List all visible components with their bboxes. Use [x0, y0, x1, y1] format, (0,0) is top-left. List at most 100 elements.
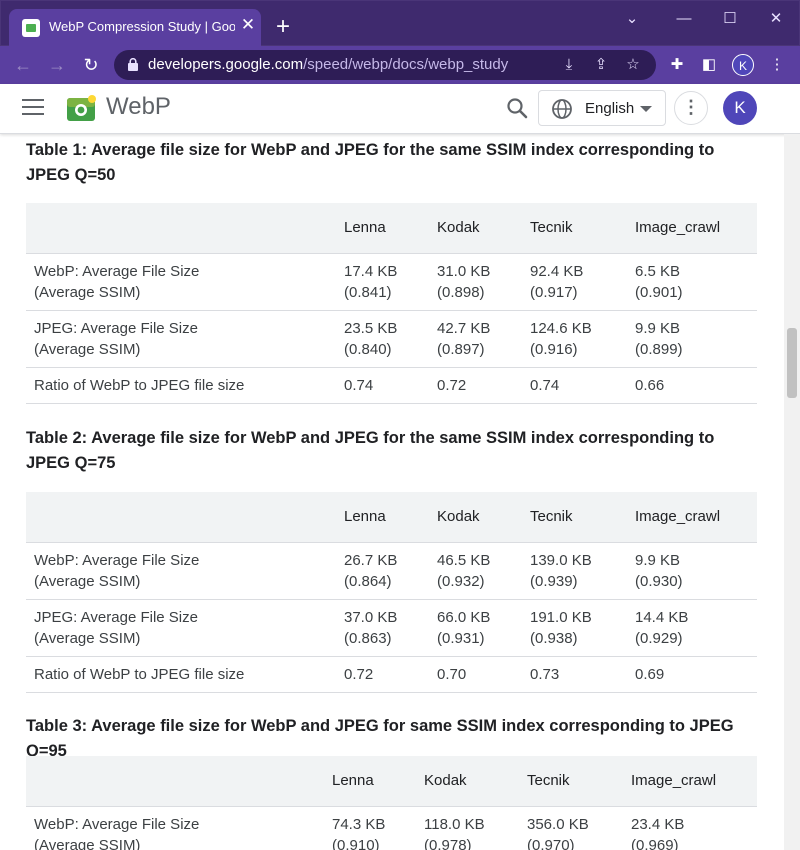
table-header-cell: Image_crawl [627, 492, 757, 542]
tab-close-icon[interactable]: ✕ [237, 14, 259, 36]
globe-icon [552, 99, 572, 119]
table-cell: 37.0 KB (0.863) [336, 598, 429, 656]
table-row: Ratio of WebP to JPEG file size 0.74 0.7… [26, 366, 757, 404]
table-cell: 0.72 [429, 366, 522, 404]
table-cell: 31.0 KB (0.898) [429, 252, 522, 310]
browser-menu-icon[interactable]: ⋮ [766, 54, 788, 76]
maximize-button[interactable]: ☐ [707, 7, 753, 31]
table-cell: 9.9 KB (0.899) [627, 309, 757, 367]
lock-icon[interactable] [128, 58, 138, 71]
table-cell: 139.0 KB (0.939) [522, 541, 627, 599]
table-header-cell: Image_crawl [627, 203, 757, 253]
table-cell: 66.0 KB (0.931) [429, 598, 522, 656]
table-header-cell: Kodak [429, 492, 522, 542]
page-scrollbar[interactable] [784, 134, 800, 850]
language-label: English [585, 100, 635, 117]
new-tab-button[interactable]: + [269, 13, 297, 41]
table-cell: 92.4 KB (0.917) [522, 252, 627, 310]
table-cell: 356.0 KB (0.970) [519, 805, 623, 850]
table-cell: 0.70 [429, 655, 522, 693]
table-cell: 74.3 KB (0.910) [324, 805, 416, 850]
table-row: WebP: Average File Size (Average SSIM) 74… [26, 805, 757, 850]
table-header-cell: Kodak [429, 203, 522, 253]
table-header-cell: Tecnik [519, 756, 623, 806]
dropdown-caret-icon [640, 106, 652, 112]
table-row: WebP: Average File Size (Average SSIM) 17… [26, 252, 757, 310]
share-icon[interactable]: ⇪ [590, 55, 612, 75]
table-header-cell: Lenna [336, 203, 429, 253]
table-cell: 9.9 KB (0.930) [627, 541, 757, 599]
table-cell: 0.74 [336, 366, 429, 404]
row-label: WebP: Average File Size (Average SSIM) [26, 805, 324, 850]
tab-title: WebP Compression Study | Goo [49, 19, 235, 34]
row-label: Ratio of WebP to JPEG file size [26, 366, 336, 404]
more-options-button[interactable]: ⋮ [674, 91, 708, 125]
table-row: JPEG: Average File Size (Average SSIM) 23… [26, 309, 757, 367]
url-path: /speed/webp/docs/webp_study [303, 56, 509, 73]
browser-profile-avatar[interactable]: K [732, 54, 754, 76]
table-cell: 23.4 KB (0.969) [623, 805, 757, 850]
webp-favicon-icon [22, 19, 40, 37]
back-arrow-icon[interactable]: ← [10, 52, 36, 78]
table-1-title: Table 1: Average file size for WebP and … [26, 141, 715, 184]
hamburger-menu-icon[interactable] [22, 99, 44, 117]
table-row: Ratio of WebP to JPEG file size 0.72 0.7… [26, 655, 757, 693]
row-label: JPEG: Average File Size (Average SSIM) [26, 598, 336, 656]
table-header-cell: Lenna [336, 492, 429, 542]
table-cell: 46.5 KB (0.932) [429, 541, 522, 599]
search-icon[interactable] [505, 96, 529, 120]
table-header-cell [26, 203, 336, 253]
table-header-row: Lenna Kodak Tecnik Image_crawl [26, 756, 757, 806]
table-cell: 26.7 KB (0.864) [336, 541, 429, 599]
table-row: WebP: Average File Size (Average SSIM) 26… [26, 541, 757, 599]
webp-logo-icon[interactable] [66, 94, 98, 122]
browser-toolbar: ← → ↻ developers.google.com/speed/webp/d… [0, 46, 800, 84]
table-1: Lenna Kodak Tecnik Image_crawl WebP: Ave… [26, 203, 757, 404]
table-header-row: Lenna Kodak Tecnik Image_crawl [26, 203, 757, 253]
site-logo-text[interactable]: WebP [106, 93, 171, 121]
table-2-title: Table 2: Average file size for WebP and … [26, 429, 715, 472]
table-2: Lenna Kodak Tecnik Image_crawl WebP: Ave… [26, 492, 757, 693]
table-header-cell: Kodak [416, 756, 519, 806]
table-header-cell: Image_crawl [623, 756, 757, 806]
table-cell: 0.72 [336, 655, 429, 693]
table-header-cell [26, 756, 324, 806]
forward-arrow-icon[interactable]: → [44, 52, 70, 78]
table-header-cell [26, 492, 336, 542]
row-label: Ratio of WebP to JPEG file size [26, 655, 336, 693]
table-cell: 6.5 KB (0.901) [627, 252, 757, 310]
table-cell: 17.4 KB (0.841) [336, 252, 429, 310]
row-label: JPEG: Average File Size (Average SSIM) [26, 309, 336, 367]
user-avatar[interactable]: K [723, 91, 757, 125]
install-app-icon[interactable]: ⤓ [558, 55, 580, 75]
table-cell: 14.4 KB (0.929) [627, 598, 757, 656]
table-cell: 0.74 [522, 366, 627, 404]
table-cell: 0.69 [627, 655, 757, 693]
url-domain: developers.google.com [148, 56, 304, 73]
address-bar[interactable]: developers.google.com/speed/webp/docs/we… [114, 50, 656, 80]
tab-search-chevron-icon[interactable]: ⌄ [609, 7, 655, 31]
page-content: Table 1: Average file size for WebP and … [0, 134, 784, 850]
row-label: WebP: Average File Size (Average SSIM) [26, 541, 336, 599]
minimize-button[interactable]: — [661, 7, 707, 31]
site-header: WebP English ⋮ K [0, 84, 800, 134]
table-3: Lenna Kodak Tecnik Image_crawl WebP: Ave… [26, 756, 757, 850]
reload-icon[interactable]: ↻ [78, 52, 104, 78]
table-header-cell: Lenna [324, 756, 416, 806]
scrollbar-thumb[interactable] [787, 328, 797, 398]
close-window-button[interactable]: ✕ [753, 7, 799, 31]
side-panel-icon[interactable]: ◧ [698, 54, 720, 76]
bookmark-star-icon[interactable]: ☆ [622, 55, 644, 75]
browser-tab[interactable]: WebP Compression Study | Goo ✕ [9, 9, 261, 47]
table-header-row: Lenna Kodak Tecnik Image_crawl [26, 492, 757, 542]
extensions-puzzle-icon[interactable]: ✚ [666, 54, 688, 76]
table-cell: 23.5 KB (0.840) [336, 309, 429, 367]
table-cell: 0.73 [522, 655, 627, 693]
table-cell: 191.0 KB (0.938) [522, 598, 627, 656]
browser-tabstrip: WebP Compression Study | Goo ✕ + ⌄ — ☐ ✕ [0, 0, 800, 47]
url-text: developers.google.com/speed/webp/docs/we… [148, 56, 508, 73]
table-cell: 42.7 KB (0.897) [429, 309, 522, 367]
table-cell: 124.6 KB (0.916) [522, 309, 627, 367]
table-cell: 118.0 KB (0.978) [416, 805, 519, 850]
language-select[interactable]: English [538, 90, 666, 126]
